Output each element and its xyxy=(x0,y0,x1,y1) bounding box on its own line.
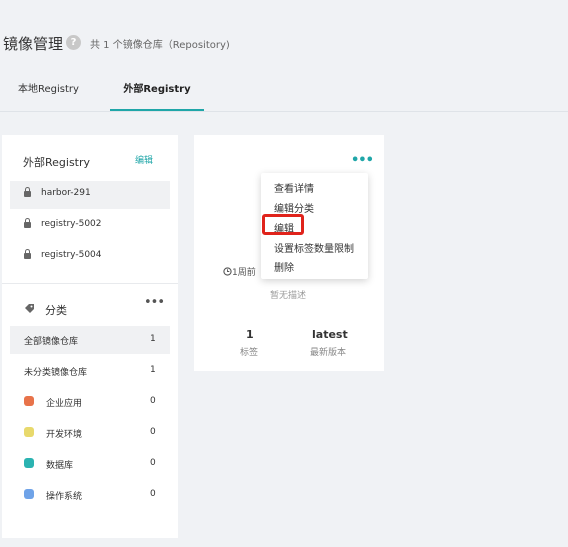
registry-label: registry-5002 xyxy=(41,219,102,229)
edit-registries-link[interactable]: 编辑 xyxy=(135,153,153,166)
sidebar: 外部Registry 编辑 harbor-291 registry-5002 r… xyxy=(2,135,178,538)
tag-count-label: 标签 xyxy=(240,348,259,358)
menu-item-set-tag-limit[interactable]: 设置标签数量限制 xyxy=(274,240,354,255)
page-title: 镜像管理 xyxy=(3,35,64,53)
page-subtitle: 共 1 个镜像仓库（Repository) xyxy=(90,40,230,51)
lock-icon xyxy=(24,187,31,197)
tag-count: 1 xyxy=(246,328,254,341)
category-count: 1 xyxy=(150,365,156,375)
category-count: 0 xyxy=(150,427,156,437)
category-label: 数据库 xyxy=(46,461,74,471)
category-label: 全部镜像仓库 xyxy=(24,337,79,347)
tag-icon xyxy=(25,304,34,313)
category-count: 0 xyxy=(150,396,156,406)
category-label: 未分类镜像仓库 xyxy=(24,368,88,378)
lock-icon xyxy=(24,249,31,259)
card-action-menu: 查看详情 编辑分类 编辑 设置标签数量限制 删除 xyxy=(261,173,368,279)
clock-icon xyxy=(223,267,232,276)
menu-item-delete[interactable]: 删除 xyxy=(274,259,294,274)
category-color-dot xyxy=(24,396,34,406)
category-title: 分类 xyxy=(45,304,67,317)
registry-label: harbor-291 xyxy=(41,188,91,198)
category-item-uncategorized[interactable]: 未分类镜像仓库 1 xyxy=(10,357,170,385)
category-item-all[interactable]: 全部镜像仓库 1 xyxy=(10,326,170,354)
category-color-dot xyxy=(24,489,34,499)
menu-item-view-details[interactable]: 查看详情 xyxy=(274,180,314,195)
menu-item-edit-category[interactable]: 编辑分类 xyxy=(274,200,314,215)
category-item-dev-env[interactable]: 开发环境 0 xyxy=(10,419,170,447)
category-label: 企业应用 xyxy=(46,399,83,409)
tab-external-registry[interactable]: 外部Registry xyxy=(110,80,204,112)
category-label: 开发环境 xyxy=(46,430,83,440)
latest-version-label: 最新版本 xyxy=(310,348,347,358)
registry-item-registry-5002[interactable]: registry-5002 xyxy=(10,212,170,240)
category-item-database[interactable]: 数据库 0 xyxy=(10,450,170,478)
sidebar-divider xyxy=(2,283,178,284)
registry-item-harbor-291[interactable]: harbor-291 xyxy=(10,181,170,209)
updated-time-text: 1周前 xyxy=(232,268,256,278)
tabs-divider xyxy=(0,111,568,112)
sidebar-title: 外部Registry xyxy=(23,156,91,169)
registry-item-registry-5004[interactable]: registry-5004 xyxy=(10,243,170,271)
lock-icon xyxy=(24,218,31,228)
latest-version: latest xyxy=(312,328,348,341)
category-color-dot xyxy=(24,458,34,468)
category-more-icon[interactable]: ••• xyxy=(144,295,165,310)
tab-local-registry[interactable]: 本地Registry xyxy=(18,80,79,112)
category-label: 操作系统 xyxy=(46,492,83,502)
category-count: 1 xyxy=(150,334,156,344)
help-icon[interactable]: ? xyxy=(66,35,81,50)
card-more-icon[interactable]: ••• xyxy=(351,153,374,168)
category-color-dot xyxy=(24,427,34,437)
category-item-enterprise-apps[interactable]: 企业应用 0 xyxy=(10,388,170,416)
registry-label: registry-5004 xyxy=(41,250,102,260)
card-description: 暂无描述 xyxy=(270,291,307,301)
category-count: 0 xyxy=(150,489,156,499)
highlight-box xyxy=(262,214,304,235)
page-header: 镜像管理 ? 共 1 个镜像仓库（Repository) 本地Registry … xyxy=(0,0,568,112)
category-item-os[interactable]: 操作系统 0 xyxy=(10,481,170,509)
category-count: 0 xyxy=(150,458,156,468)
card-updated-time: 1周前 xyxy=(223,265,256,278)
